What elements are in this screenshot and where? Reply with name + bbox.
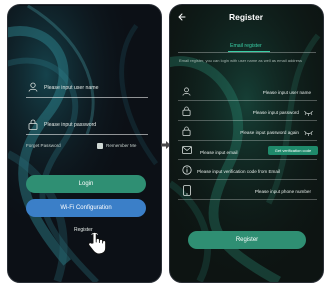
password-underline — [26, 134, 148, 135]
verification-code-input[interactable]: Please input verification code from Emai… — [197, 169, 280, 174]
eye-closed-icon[interactable] — [304, 110, 313, 116]
password-input[interactable]: Please input password — [253, 110, 299, 115]
back-arrow-icon[interactable] — [178, 13, 186, 21]
password-input[interactable]: Please input password — [44, 122, 96, 128]
remember-me-checkbox[interactable] — [97, 143, 103, 149]
phone-number-input[interactable]: Please input phone number — [255, 189, 311, 194]
username-underline — [26, 97, 148, 98]
tab-divider — [178, 52, 316, 53]
forgot-password-link[interactable]: Forget Password — [26, 143, 61, 148]
remember-me-label: Remember Me — [106, 143, 137, 148]
phone-number-underline — [178, 199, 317, 200]
username-underline — [178, 100, 317, 101]
username-input[interactable]: Please input user name — [44, 85, 99, 91]
password-again-input[interactable]: Please input password again — [240, 130, 299, 135]
email-icon — [182, 146, 192, 154]
lock-icon — [28, 119, 38, 130]
user-icon — [182, 87, 191, 96]
password-again-underline — [178, 140, 317, 141]
tab-email-register[interactable]: Email register — [230, 43, 262, 49]
get-verification-code-button[interactable]: Get verification code — [268, 146, 318, 155]
lock-icon — [182, 126, 191, 136]
lock-icon — [182, 106, 191, 116]
register-title: Register — [229, 12, 264, 22]
register-screen: Register Email register Email register, … — [169, 4, 324, 283]
email-input[interactable]: Please input email — [200, 150, 238, 155]
phone-icon — [183, 185, 191, 196]
register-button[interactable]: Register — [188, 231, 306, 249]
password-underline — [178, 120, 317, 121]
verification-code-underline — [178, 179, 317, 180]
email-underline — [178, 159, 317, 160]
wifi-configuration-button[interactable]: Wi-Fi Configuration — [26, 199, 146, 217]
user-icon — [28, 82, 38, 92]
username-input[interactable]: Please input user name — [263, 90, 311, 95]
register-note: Email register, you can login with user … — [179, 58, 302, 63]
hand-pointer-icon — [88, 232, 107, 255]
eye-closed-icon[interactable] — [304, 130, 313, 136]
info-icon — [182, 165, 192, 175]
login-screen: Please input user name Please input pass… — [7, 4, 162, 283]
login-button[interactable]: Login — [26, 175, 146, 193]
